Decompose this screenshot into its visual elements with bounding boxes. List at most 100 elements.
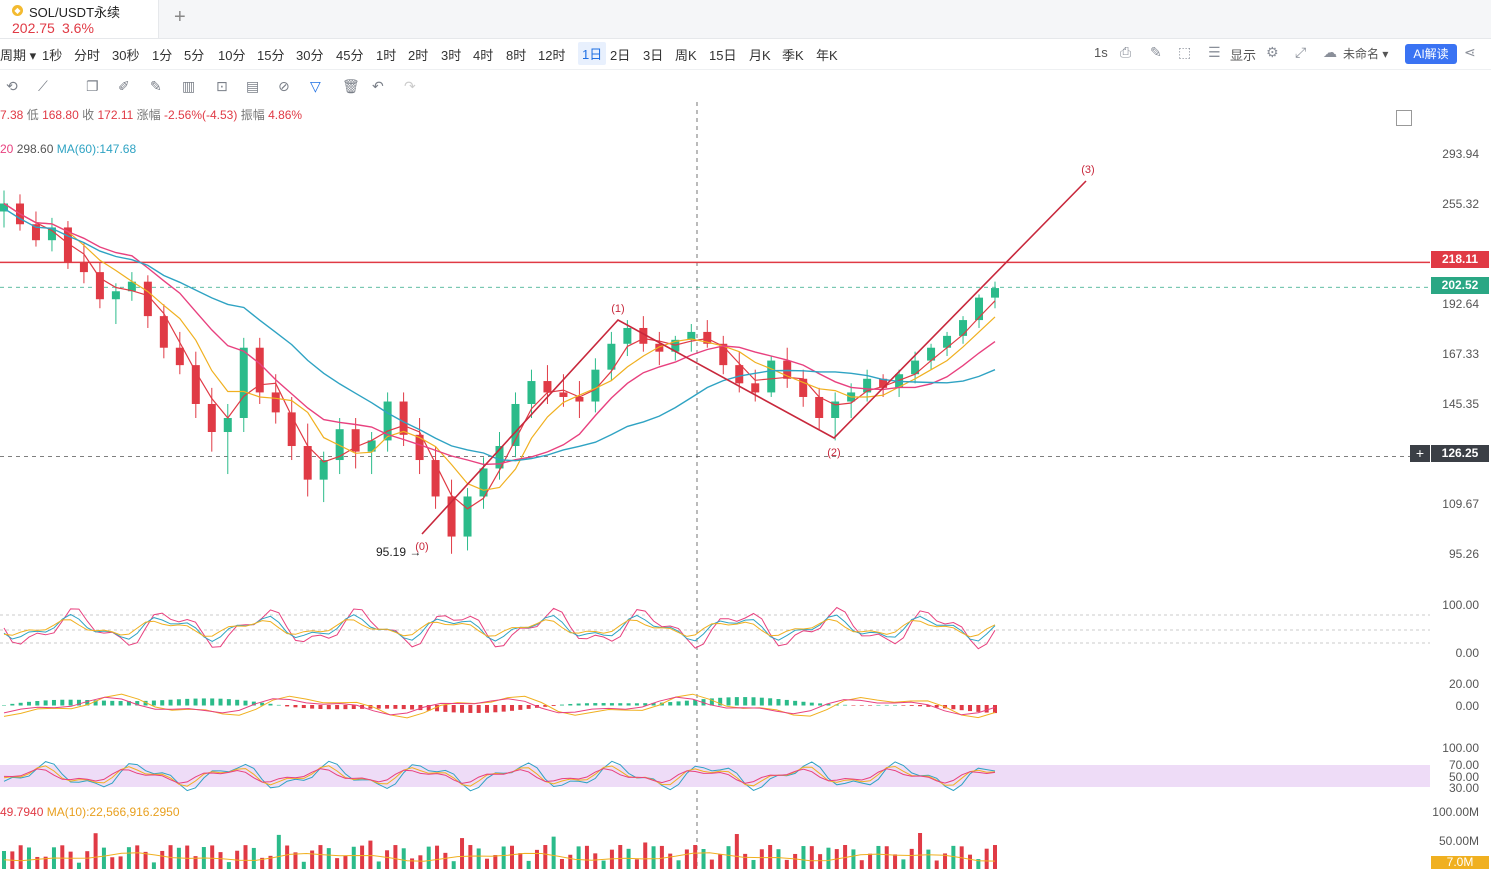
crosshair-price-tag: 126.25	[1431, 445, 1489, 462]
volume-bar	[751, 859, 756, 869]
macd-bar	[335, 705, 340, 710]
volume-bar	[293, 852, 298, 869]
ma60-line	[3, 207, 996, 462]
macd-bar	[393, 705, 398, 709]
macd-bar	[793, 700, 798, 706]
macd-bar	[343, 705, 348, 710]
volume-bar	[918, 833, 923, 869]
macd-bar	[310, 705, 315, 709]
volume-bar	[60, 845, 65, 869]
volume-bar	[893, 854, 898, 869]
price-axis-label: 95.26	[1448, 547, 1479, 561]
macd-bar	[509, 705, 514, 711]
macd-bar	[110, 700, 115, 706]
add-alert-icon[interactable]: +	[1410, 445, 1430, 462]
volume-bar	[901, 859, 906, 869]
macd-bar	[618, 703, 623, 706]
price-axis-label: 145.35	[1442, 397, 1479, 411]
volume-bar	[118, 856, 123, 869]
volume-bar	[335, 858, 340, 869]
volume-bar	[301, 861, 306, 869]
macd-bar	[101, 700, 106, 706]
macd-bar	[868, 705, 873, 706]
macd-bar	[559, 704, 564, 706]
macd-bar	[593, 703, 598, 706]
candle-body	[303, 446, 312, 480]
volume-bar	[768, 845, 773, 869]
osc-axis-label: 100.00	[1442, 598, 1479, 612]
candle-body	[543, 381, 552, 393]
volume-bar	[718, 854, 723, 869]
volume-info: 49.7940 MA(10):22,566,916.2950	[0, 805, 180, 819]
price-axis-label: 255.32	[1442, 197, 1479, 211]
volume-bar	[326, 848, 331, 869]
volume-bar	[135, 845, 140, 869]
macd-bar	[726, 697, 731, 706]
volume-bar	[934, 860, 939, 869]
macd-bar	[43, 700, 48, 706]
candle-body	[223, 417, 232, 433]
volume-bar	[968, 854, 973, 869]
volume-bar	[460, 838, 465, 869]
volume-bar	[418, 855, 423, 869]
candle-body	[95, 272, 104, 300]
macd-bar	[318, 705, 323, 709]
macd-bar	[210, 698, 215, 706]
candle-body	[175, 347, 184, 366]
macd-bar	[68, 699, 73, 706]
macd-bar	[26, 701, 31, 706]
candle-body	[271, 392, 280, 413]
macd-bar	[401, 705, 406, 710]
macd-bar	[634, 703, 639, 706]
volume-axis-label: 50.00M	[1438, 834, 1479, 848]
volume-bar	[559, 859, 564, 869]
macd-bar	[576, 703, 581, 706]
macd-bar	[268, 703, 273, 706]
macd-bar	[918, 705, 923, 707]
volume-bar	[534, 849, 539, 869]
wave-2-label: (2)	[827, 447, 840, 459]
volume-price-tag: 7.0M	[1431, 856, 1489, 869]
macd-bar	[226, 699, 231, 706]
macd-bar	[501, 705, 506, 712]
volume-bar	[276, 834, 281, 869]
volume-value: 49.7940	[0, 805, 44, 819]
volume-bar	[410, 858, 415, 869]
volume-bar	[576, 846, 581, 869]
volume-bar	[18, 845, 23, 869]
candle-body	[767, 360, 776, 393]
macd-bar	[168, 699, 173, 706]
volume-bar	[110, 857, 115, 869]
macd-bar	[526, 705, 531, 709]
volume-bar	[493, 855, 498, 869]
price-axis-label: 192.64	[1442, 297, 1479, 311]
macd-axis-label: 20.00	[1448, 677, 1479, 691]
macd-bar	[235, 699, 240, 706]
volume-bar	[651, 846, 656, 869]
macd-bar	[460, 705, 465, 713]
volume-bar	[226, 862, 231, 869]
macd-bar	[443, 705, 448, 712]
volume-bar	[926, 849, 931, 869]
macd-bar	[10, 703, 15, 706]
osc-axis-label: 0.00	[1455, 646, 1479, 660]
volume-bar	[210, 845, 215, 869]
chart-canvas[interactable]: (0)(1)(2)(3)	[0, 0, 1491, 869]
volume-bar	[126, 847, 131, 869]
macd-bar	[476, 705, 481, 713]
macd-bar	[243, 700, 248, 706]
volume-bar	[951, 845, 956, 869]
macd-bar	[2, 705, 6, 706]
macd-bar	[60, 699, 65, 706]
candle-body	[111, 291, 120, 300]
macd-bar	[451, 705, 456, 713]
volume-bar	[668, 853, 673, 869]
macd-bar	[385, 705, 390, 709]
volume-bar	[101, 847, 106, 869]
candle-body	[431, 460, 440, 497]
volume-bar	[385, 850, 390, 869]
volume-bar	[343, 855, 348, 869]
volume-bar	[351, 846, 356, 869]
volume-bar	[318, 845, 323, 869]
macd-bar	[185, 698, 190, 706]
